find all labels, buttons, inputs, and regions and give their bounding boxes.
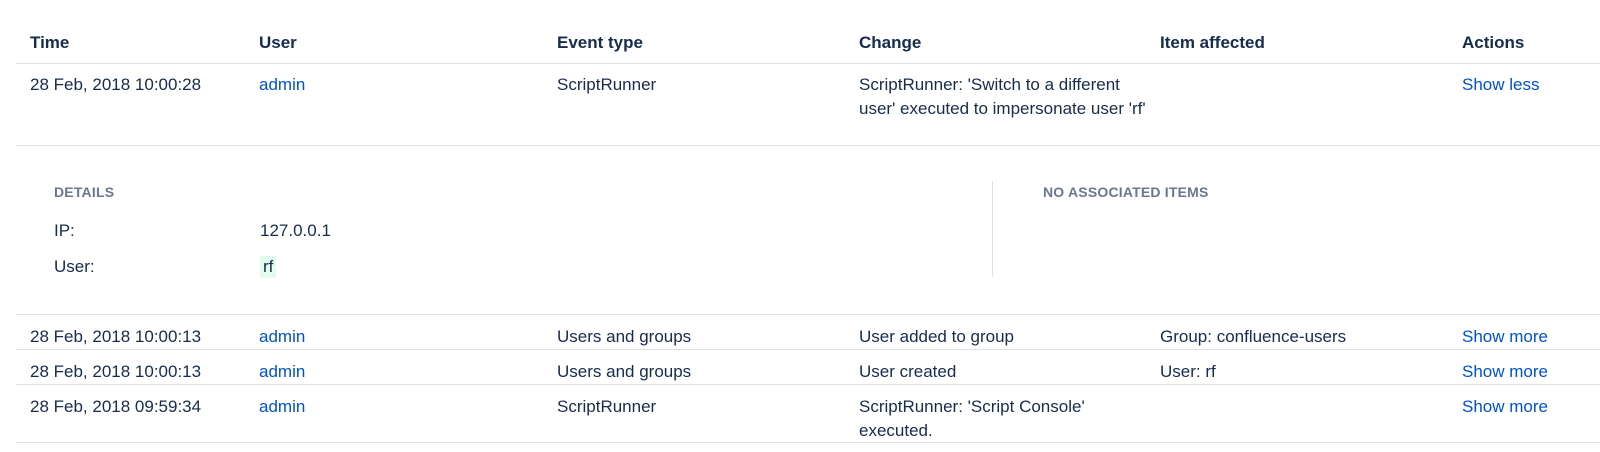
details-divider [992,181,993,277]
show-more-link[interactable]: Show more [1462,360,1592,384]
row-change: User created [859,362,957,381]
row-details-panel: DETAILS IP: 127.0.0.1 User: rf NO ASSOCI… [16,146,1600,315]
table-row: 28 Feb, 2018 09:59:34 admin ScriptRunner… [16,385,1600,443]
associated-items-heading: NO ASSOCIATED ITEMS [1043,184,1209,200]
row-event-type: ScriptRunner [557,75,657,94]
column-header-time: Time [30,33,70,52]
row-user-link[interactable]: admin [259,325,549,349]
row-event-type: Users and groups [557,327,692,346]
row-time: 28 Feb, 2018 10:00:28 [30,75,202,94]
table-row: 28 Feb, 2018 10:00:13 admin Users and gr… [16,315,1600,350]
row-user-link[interactable]: admin [259,395,549,419]
show-more-link[interactable]: Show more [1462,325,1592,349]
row-item-affected: Group: confluence-users [1160,327,1347,346]
row-change: ScriptRunner: 'Script Console' executed. [859,397,1085,440]
show-less-link[interactable]: Show less [1462,73,1592,97]
column-header-actions: Actions [1462,33,1525,52]
row-change: ScriptRunner: 'Switch to a different use… [859,75,1146,118]
row-change: User added to group [859,327,1014,346]
associated-items-section: NO ASSOCIATED ITEMS [1043,184,1209,200]
detail-user-value: rf [260,256,277,278]
column-header-user: User [259,33,297,52]
table-row: 28 Feb, 2018 10:00:13 admin Users and gr… [16,350,1600,385]
detail-ip-value: 127.0.0.1 [260,221,331,240]
row-event-type: Users and groups [557,362,692,381]
details-heading: DETAILS [54,184,115,200]
row-user-link[interactable]: admin [259,73,549,97]
show-more-link[interactable]: Show more [1462,395,1592,419]
row-time: 28 Feb, 2018 09:59:34 [30,397,202,416]
detail-user-label: User: [54,257,95,276]
details-section: DETAILS IP: 127.0.0.1 User: rf [54,184,954,278]
row-user-link[interactable]: admin [259,360,549,384]
column-header-change: Change [859,33,922,52]
detail-ip-label: IP: [54,221,75,240]
audit-log-table: Time User Event type Change Item affecte… [16,0,1600,443]
column-header-event-type: Event type [557,33,643,52]
row-time: 28 Feb, 2018 10:00:13 [30,327,202,346]
row-event-type: ScriptRunner [557,397,657,416]
column-header-item-affected: Item affected [1160,33,1265,52]
row-time: 28 Feb, 2018 10:00:13 [30,362,202,381]
table-header: Time User Event type Change Item affecte… [16,0,1600,64]
table-row: 28 Feb, 2018 10:00:28 admin ScriptRunner… [16,64,1600,146]
row-item-affected: User: rf [1160,362,1216,381]
